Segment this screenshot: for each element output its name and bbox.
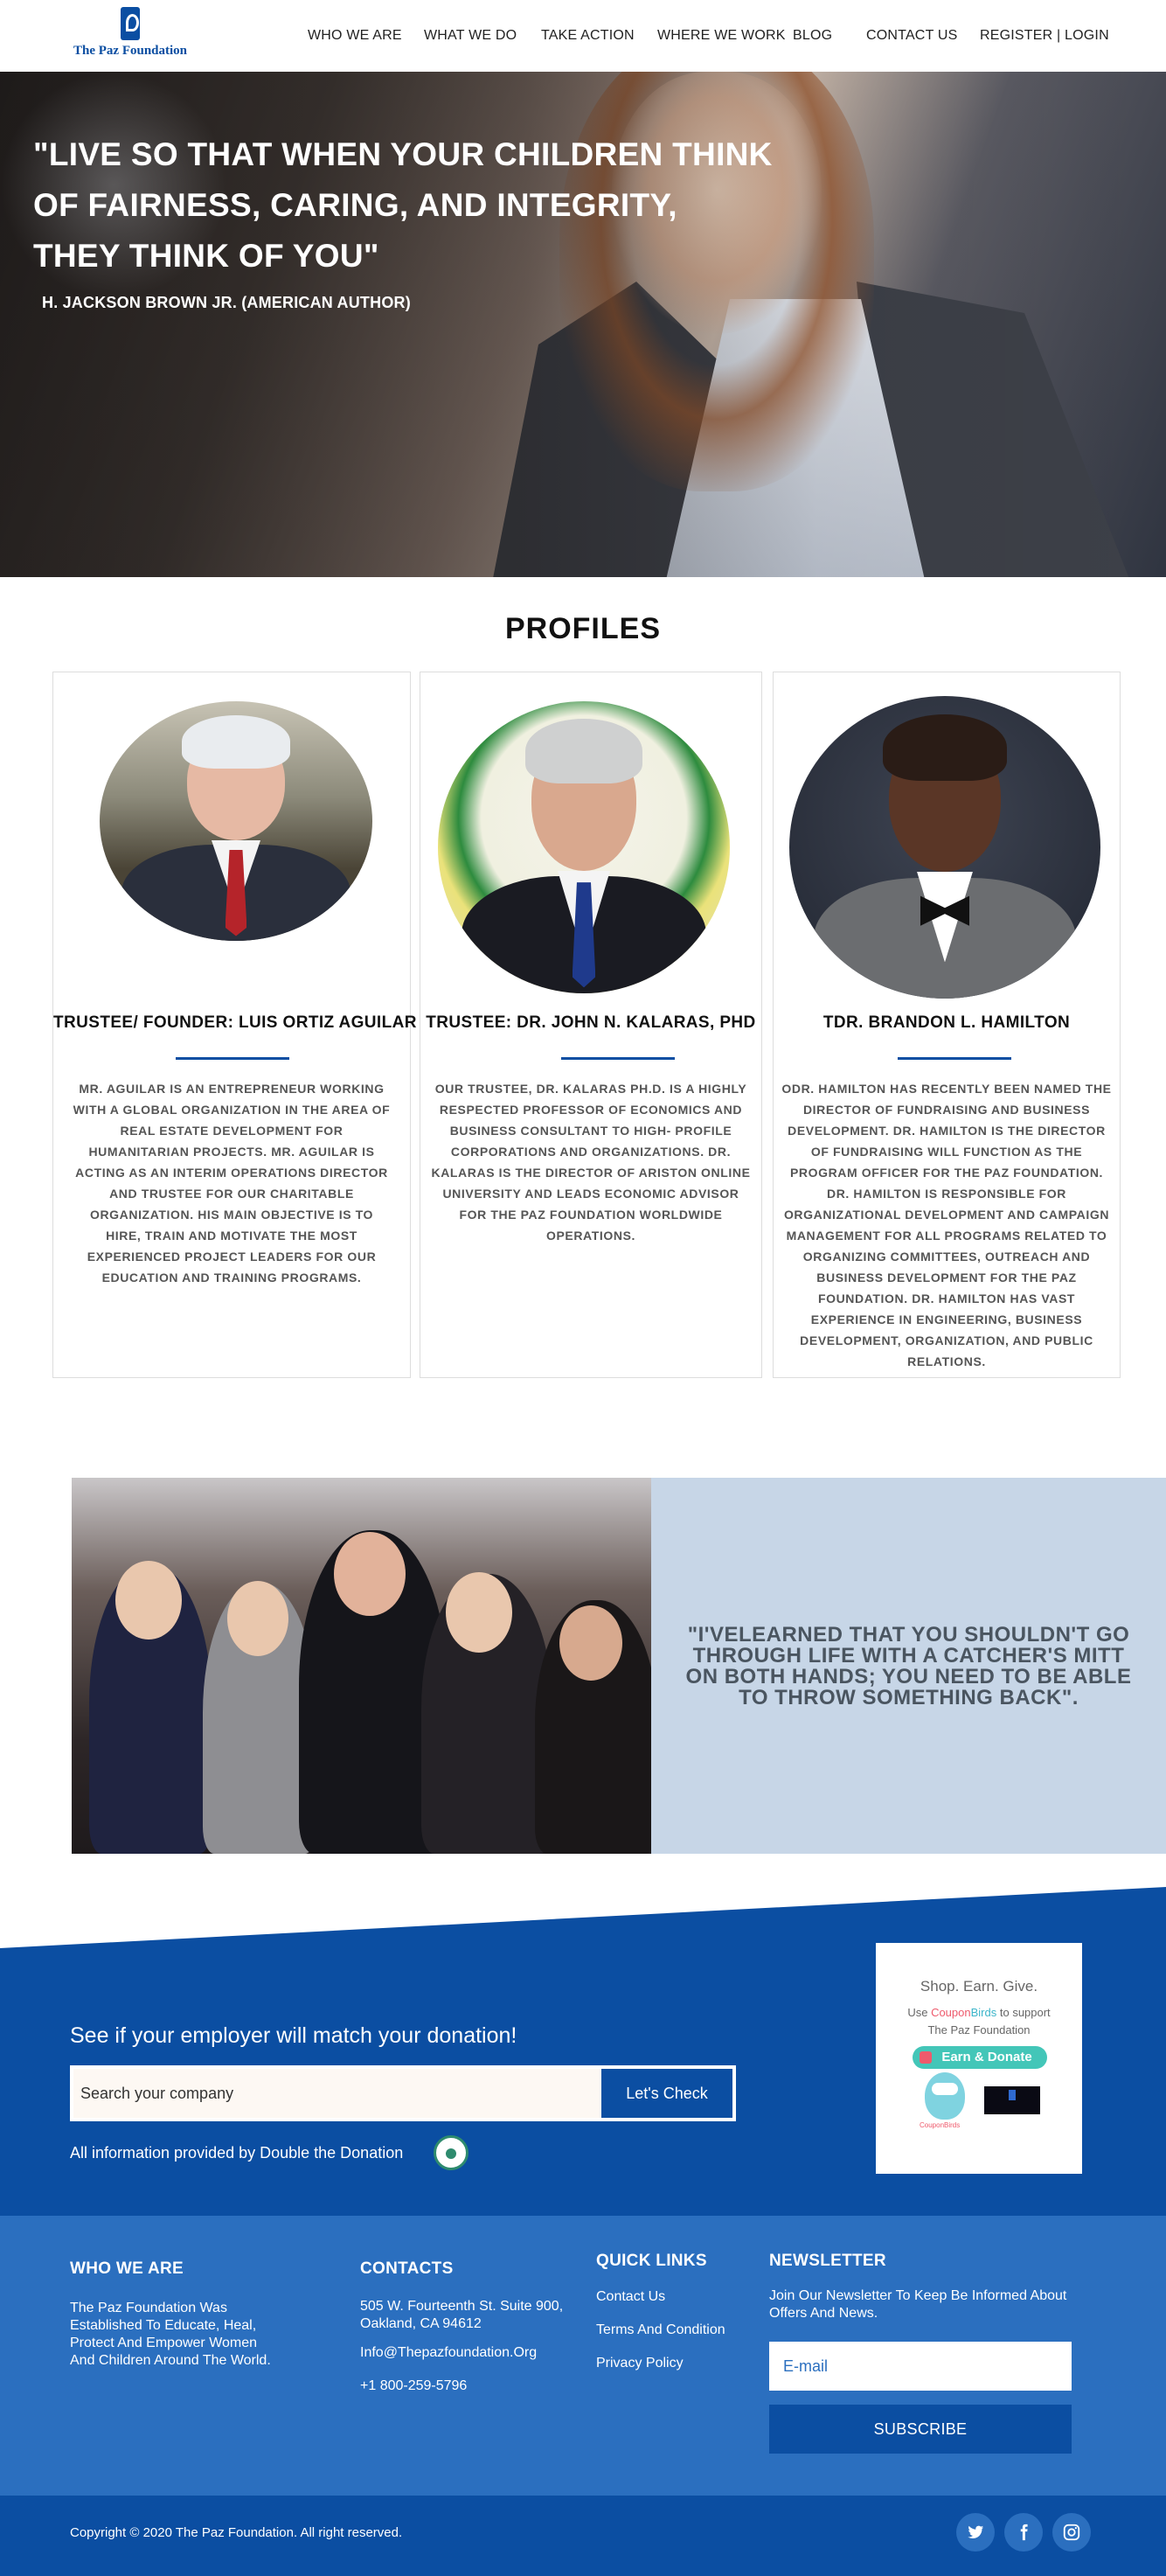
- company-search-input[interactable]: [80, 2078, 605, 2109]
- profile-title: TRUSTEE: DR. JOHN N. KALARAS, PHD: [426, 1013, 756, 1032]
- donate-note: All information provided by Double the D…: [70, 2144, 404, 2162]
- footer-link-terms[interactable]: Terms And Condition: [596, 2322, 725, 2338]
- shop-org: The Paz Foundation: [927, 2023, 1031, 2036]
- profiles-heading: PROFILES: [504, 612, 662, 645]
- footer-contacts-heading: CONTACTS: [360, 2259, 454, 2278]
- band-quote: "I'VELEARNED THAT YOU SHOULDN'T GO THROU…: [685, 1623, 1132, 1709]
- paz-logo-icon: [121, 7, 140, 40]
- instagram-icon[interactable]: [1052, 2513, 1091, 2552]
- hero-author: H. JACKSON BROWN JR. (AMERICAN AUTHOR): [42, 294, 411, 311]
- profile-photo-hamilton: [789, 696, 1100, 999]
- nav-contact-us[interactable]: CONTACT US: [866, 28, 958, 44]
- quote-panel: "I'VELEARNED THAT YOU SHOULDN'T GO THROU…: [651, 1478, 1166, 1854]
- employer-search-form: Let's Check: [70, 2065, 736, 2121]
- profile-photo-aguilar: [100, 701, 372, 941]
- nav-where-we-work[interactable]: WHERE WE WORK: [657, 28, 786, 44]
- heart-icon: [920, 2051, 932, 2064]
- profile-photo-kalaras: [438, 701, 730, 993]
- top-navbar: The Paz Foundation WHO WE ARE WHAT WE DO…: [0, 0, 1166, 72]
- footer-link-contact[interactable]: Contact Us: [596, 2289, 665, 2305]
- profile-card: TRUSTEE/ FOUNDER: LUIS ORTIZ AGUILAR MR.…: [52, 672, 417, 1378]
- profile-title: TRUSTEE/ FOUNDER: LUIS ORTIZ AGUILAR: [53, 1013, 417, 1032]
- couponbirds-label: CouponBirds: [920, 2121, 961, 2129]
- footer-address: 505 W. Fourteenth St. Suite 900, Oakland…: [360, 2299, 564, 2331]
- nav-register-login[interactable]: REGISTER | LOGIN: [980, 28, 1109, 44]
- hero-quote: "LIVE SO THAT WHEN YOUR CHILDREN THINK O…: [33, 136, 773, 274]
- title-underline: [561, 1057, 675, 1060]
- site-logo[interactable]: The Paz Foundation: [70, 5, 192, 63]
- footer-link-privacy[interactable]: Privacy Policy: [596, 2356, 684, 2371]
- profile-title: TDR. BRANDON L. HAMILTON: [822, 1013, 1071, 1032]
- footer-phone-link[interactable]: +1 800-259-5796: [360, 2378, 467, 2394]
- paz-mini-logo: [984, 2086, 1040, 2114]
- twitter-icon[interactable]: [956, 2513, 995, 2552]
- footer-email-link[interactable]: Info@Thepazfoundation.Org: [360, 2345, 537, 2361]
- shop-use-line: Use CouponBirds to support: [907, 2006, 1051, 2019]
- profile-bio: MR. AGUILAR IS AN ENTREPRENEUR WORKING W…: [73, 1082, 391, 1285]
- nav-what-we-do[interactable]: WHAT WE DO: [424, 28, 517, 44]
- logo-text: The Paz Foundation: [73, 44, 188, 58]
- title-underline: [898, 1057, 1011, 1060]
- earn-donate-button[interactable]: Earn & Donate: [913, 2046, 1047, 2069]
- newsletter-email-input[interactable]: [769, 2342, 1072, 2391]
- nav-who-we-are[interactable]: WHO WE ARE: [308, 28, 402, 44]
- profile-bio: ODR. HAMILTON HAS RECENTLY BEEN NAMED TH…: [781, 1082, 1112, 1368]
- donate-heading: See if your employer will match your don…: [70, 2023, 517, 2048]
- footer-links-heading: QUICK LINKS: [596, 2252, 707, 2270]
- facebook-icon[interactable]: [1004, 2513, 1043, 2552]
- newsletter-text: Join Our Newsletter To Keep Be Informed …: [769, 2288, 1067, 2321]
- couponbirds-mascot-icon: [925, 2072, 965, 2120]
- couponbirds-widget[interactable]: Shop. Earn. Give. Use CouponBirds to sup…: [876, 1943, 1082, 2174]
- copyright-text: Copyright © 2020 The Paz Foundation. All…: [70, 2525, 403, 2540]
- footer-who-heading: WHO WE ARE: [70, 2259, 184, 2278]
- nav-blog[interactable]: BLOG: [793, 28, 832, 44]
- profile-card: TRUSTEE: DR. JOHN N. KALARAS, PHD OUR TR…: [420, 672, 762, 1378]
- footer-newsletter-heading: NEWSLETTER: [769, 2252, 886, 2270]
- subscribe-button[interactable]: SUBSCRIBE: [769, 2405, 1072, 2454]
- shop-title: Shop. Earn. Give.: [920, 1978, 1038, 1995]
- double-the-donation-icon[interactable]: [434, 2135, 468, 2170]
- footer-who-text: The Paz Foundation Was Established To Ed…: [70, 2301, 271, 2368]
- group-photo: [72, 1478, 651, 1854]
- profile-card: TDR. BRANDON L. HAMILTON ODR. HAMILTON H…: [773, 672, 1121, 1378]
- title-underline: [176, 1057, 289, 1060]
- profile-bio: OUR TRUSTEE, DR. KALARAS PH.D. IS A HIGH…: [431, 1082, 751, 1243]
- nav-take-action[interactable]: TAKE ACTION: [541, 28, 635, 44]
- lets-check-button[interactable]: Let's Check: [601, 2069, 732, 2118]
